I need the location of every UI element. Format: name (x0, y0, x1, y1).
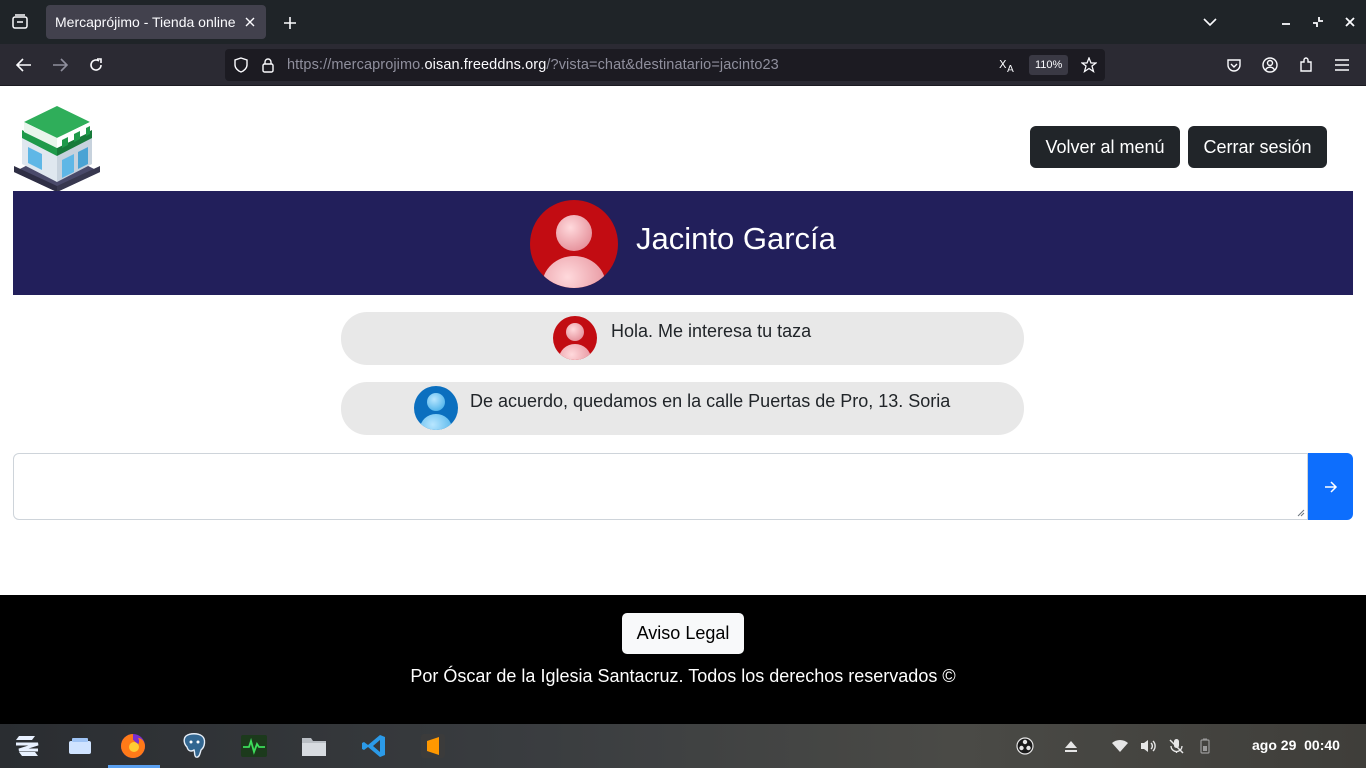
minimize-icon[interactable] (1276, 12, 1296, 32)
clock[interactable]: ago 29 00:40 (1252, 737, 1340, 753)
vscode-icon[interactable] (358, 730, 390, 762)
url-text[interactable]: https://mercaprojimo.oisan.freeddns.org/… (287, 57, 779, 73)
obs-tray-icon[interactable] (1015, 736, 1035, 756)
url-host: oisan.freeddns.org (424, 57, 547, 73)
tab-title: Mercaprójimo - Tienda online (55, 14, 236, 30)
back-icon[interactable] (13, 54, 35, 76)
message-text: Hola. Me interesa tu taza (611, 321, 812, 341)
zorin-menu-icon[interactable] (11, 730, 43, 762)
system-monitor-icon[interactable] (238, 730, 270, 762)
message-input[interactable] (13, 453, 1308, 520)
battery-icon[interactable] (1195, 736, 1215, 756)
lock-icon[interactable] (259, 56, 277, 74)
wifi-icon[interactable] (1110, 736, 1130, 756)
svg-text:X: X (999, 58, 1007, 71)
browser-tab[interactable]: Mercaprójimo - Tienda online (46, 5, 266, 39)
chat-message: De acuerdo, quedamos en la calle Puertas… (341, 382, 1024, 435)
browser-nav-bar: https://mercaprojimo.oisan.freeddns.org/… (0, 44, 1366, 86)
web-page: Volver al menú Cerrar sesión Jacinto Gar… (0, 86, 1366, 724)
url-path: /?vista=chat&destinatario=jacinto23 (546, 57, 779, 73)
copyright-text: Por Óscar de la Iglesia Santacruz. Todos… (410, 666, 956, 686)
resize-grip-icon[interactable] (1295, 507, 1305, 517)
contact-name: Jacinto García (636, 221, 836, 256)
arrow-right-icon (1324, 480, 1337, 493)
forward-icon[interactable] (49, 54, 71, 76)
firefox-icon[interactable] (117, 730, 149, 762)
menu-hamburger-icon[interactable] (1331, 54, 1353, 76)
send-button[interactable] (1308, 453, 1353, 520)
new-tab-icon[interactable] (279, 12, 301, 34)
files-icon[interactable] (298, 730, 330, 762)
back-to-menu-button[interactable]: Volver al menú (1030, 126, 1180, 168)
pocket-icon[interactable] (1223, 54, 1245, 76)
url-bar[interactable]: https://mercaprojimo.oisan.freeddns.org/… (225, 49, 1105, 81)
store-logo[interactable] (12, 102, 102, 192)
tab-overview-icon[interactable] (8, 10, 32, 34)
svg-text:A: A (1007, 64, 1014, 73)
contact-avatar-icon (530, 200, 618, 288)
shield-icon[interactable] (232, 56, 250, 74)
close-window-icon[interactable] (1340, 12, 1360, 32)
list-all-tabs-icon[interactable] (1200, 12, 1220, 32)
clock-date: ago 29 (1252, 737, 1297, 753)
message-text: De acuerdo, quedamos en la calle Puertas… (470, 391, 951, 411)
postgresql-icon[interactable] (178, 730, 210, 762)
chat-header: Jacinto García (13, 191, 1353, 295)
red-user-avatar-icon (553, 316, 597, 360)
clock-time: 00:40 (1304, 737, 1340, 753)
footer: Aviso Legal Por Óscar de la Iglesia Sant… (0, 595, 1366, 724)
legal-notice-button[interactable]: Aviso Legal (622, 613, 744, 654)
zoom-level-badge[interactable]: 110% (1029, 55, 1069, 75)
url-prefix: https://mercaprojimo. (287, 57, 425, 73)
volume-icon[interactable] (1138, 736, 1158, 756)
blue-user-avatar-icon (414, 386, 458, 430)
eject-icon[interactable] (1061, 736, 1081, 756)
browser-tab-bar: Mercaprójimo - Tienda online (0, 0, 1366, 44)
os-taskbar: ago 29 00:40 (0, 724, 1366, 768)
reload-icon[interactable] (85, 54, 107, 76)
account-icon[interactable] (1259, 54, 1281, 76)
workspaces-icon[interactable] (64, 730, 96, 762)
logout-button[interactable]: Cerrar sesión (1188, 126, 1327, 168)
bookmark-star-icon[interactable] (1080, 56, 1098, 74)
microphone-muted-icon[interactable] (1166, 736, 1186, 756)
chat-message: Hola. Me interesa tu taza (341, 312, 1024, 365)
close-tab-icon[interactable] (242, 14, 258, 30)
extensions-icon[interactable] (1295, 54, 1317, 76)
restore-icon[interactable] (1308, 12, 1328, 32)
sublime-text-icon[interactable] (417, 730, 449, 762)
translate-icon[interactable]: XA (999, 56, 1017, 74)
